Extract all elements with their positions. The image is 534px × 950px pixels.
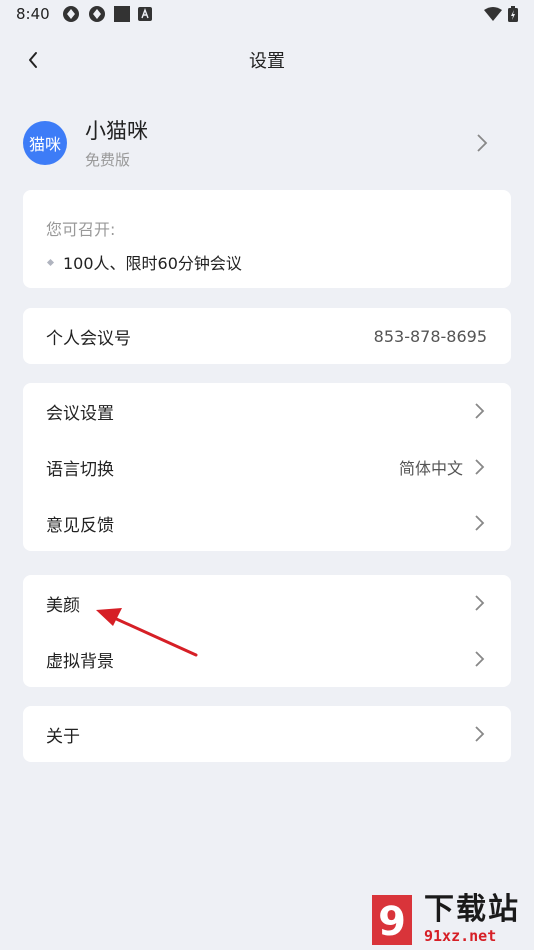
chevron-right-icon [475,651,485,667]
capacity-card: 您可召开: 100人、限时60分钟会议 [23,190,511,288]
capacity-label: 您可召开: [46,220,116,239]
row-label: 关于 [46,726,80,747]
watermark: 9 下载站 91xz.net [362,890,532,950]
capacity-item-text: 100人、限时60分钟会议 [63,254,242,273]
back-arrow-icon[interactable] [22,48,46,72]
chevron-right-icon [475,403,485,419]
meeting-id-value: 853-878-8695 [373,326,487,346]
row-label: 美颜 [46,595,80,616]
row-label: 意见反馈 [46,515,114,536]
meeting-id-card: 个人会议号 853-878-8695 [23,308,511,364]
language-value: 简体中文 [398,459,463,478]
profile-plan: 免费版 [85,150,131,169]
language-row[interactable]: 语言切换 简体中文 [23,439,511,495]
watermark-url: 91xz.net [424,927,497,945]
settings-group-general: 会议设置 语言切换 简体中文 意见反馈 [23,383,511,551]
status-time: 8:40 [16,5,50,23]
virtual-background-row[interactable]: 虚拟背景 [23,631,511,687]
nav-bar: 设置 [0,40,534,80]
battery-icon [508,6,518,22]
capacity-item: 100人、限时60分钟会议 [46,250,511,274]
chevron-right-icon [475,515,485,531]
settings-group-about: 关于 [23,706,511,762]
watermark-title: 下载站 [424,892,520,927]
chevron-right-icon [477,134,488,152]
avatar: 猫咪 [23,121,67,165]
app-notification-icon [62,6,79,22]
about-row[interactable]: 关于 [23,706,511,762]
beauty-row[interactable]: 美颜 [23,575,511,631]
watermark-logo-text: 9 [378,899,406,945]
chevron-right-icon [475,595,485,611]
row-label: 虚拟背景 [46,651,114,672]
profile-row[interactable]: 猫咪 小猫咪 免费版 [23,113,511,173]
feedback-row[interactable]: 意见反馈 [23,495,511,551]
chevron-right-icon [475,459,485,475]
square-notification-icon [113,6,130,22]
wifi-icon [484,7,502,21]
row-label: 语言切换 [46,459,114,480]
meeting-id-row[interactable]: 个人会议号 853-878-8695 [23,308,511,364]
app-notification-icon [88,6,105,22]
status-bar: 8:40 [0,0,534,28]
settings-group-video: 美颜 虚拟背景 [23,575,511,687]
profile-name: 小猫咪 [85,118,148,143]
meeting-id-label: 个人会议号 [46,328,131,349]
bullet-icon [46,258,55,266]
watermark-logo-icon: 9 [372,895,412,945]
page-title: 设置 [249,51,285,72]
chevron-right-icon [475,726,485,742]
meeting-settings-row[interactable]: 会议设置 [23,383,511,439]
row-label: 会议设置 [46,403,114,424]
a-notification-icon [137,7,152,21]
